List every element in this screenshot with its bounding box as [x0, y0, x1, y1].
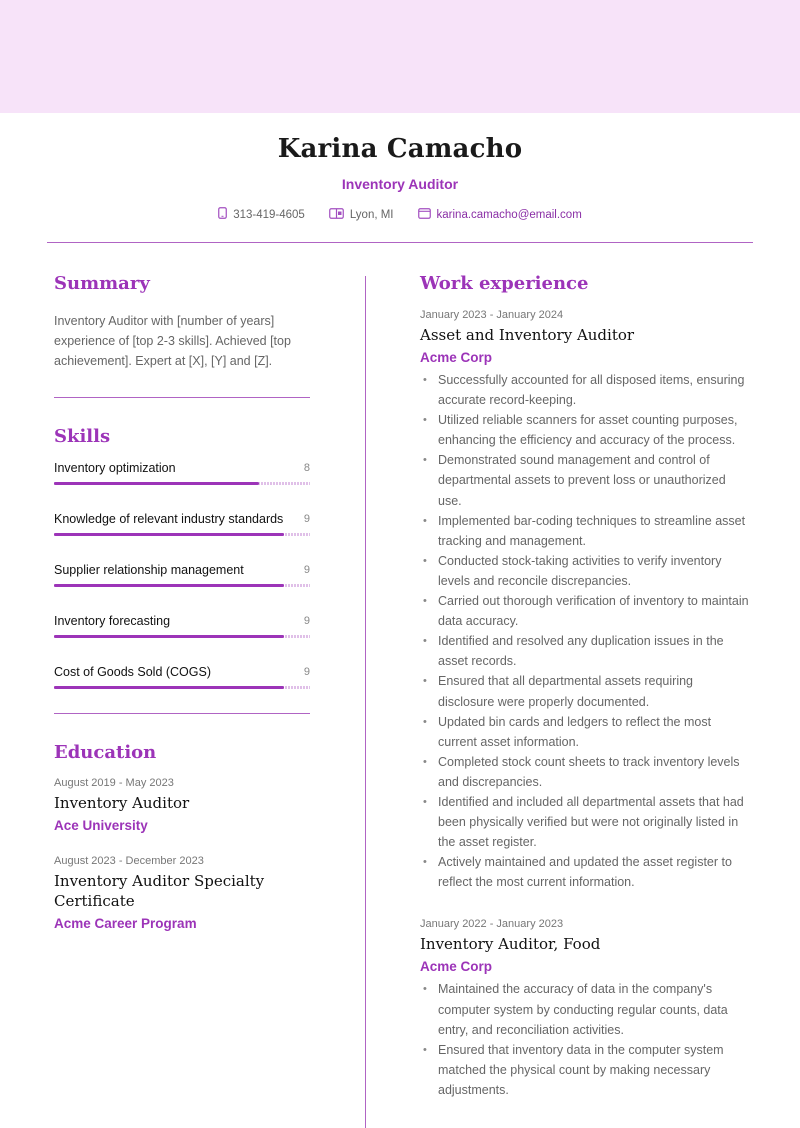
left-column: Summary Inventory Auditor with [number o… [54, 270, 310, 931]
candidate-role: Inventory Auditor [341, 176, 459, 192]
skill-bar-fill [54, 635, 285, 638]
skills-list: Inventory optimization 8 Knowledge of re… [54, 461, 310, 716]
skill-bar [54, 584, 310, 587]
education-date: August 2023 - December 2023 [54, 855, 204, 867]
bullet-item: Conducted stock-taking activities to ver… [420, 551, 750, 591]
job-company: Acme Corp [420, 350, 493, 365]
education-school: Ace University [54, 818, 148, 833]
skill-bar-fill [54, 482, 259, 485]
skill-name: Knowledge of relevant industry standards [54, 512, 284, 526]
map-icon [328, 207, 344, 222]
skill-value: 9 [303, 513, 310, 525]
skill-bar-fill [54, 533, 285, 536]
skill-item: Inventory optimization 8 [54, 461, 310, 512]
education-section: Education August 2019 - May 2023 Invento… [54, 742, 310, 931]
skill-value: 9 [303, 564, 310, 576]
column-divider [365, 276, 366, 1128]
location: Lyon, MI [349, 208, 394, 221]
job-entry: January 2023 - January 2024 Asset and In… [420, 309, 750, 892]
bullet-item: Demonstrated sound management and contro… [420, 450, 750, 510]
skill-item: Knowledge of relevant industry standards… [54, 512, 310, 563]
skill-bar-fill [54, 686, 285, 689]
job-bullets: Maintained the accuracy of data in the c… [420, 979, 750, 1100]
education-date: August 2019 - May 2023 [54, 777, 174, 789]
header-band [0, 0, 800, 113]
header-divider [47, 242, 753, 243]
job-bullets: Successfully accounted for all disposed … [420, 370, 750, 892]
skill-item: Supplier relationship management 9 [54, 563, 310, 614]
bullet-item: Identified and included all departmental… [420, 792, 750, 852]
job-company: Acme Corp [420, 959, 493, 975]
contact-phone: 313-419-4605 [218, 207, 305, 222]
work-title: Work experience [420, 273, 589, 294]
phone-number: 313-419-4605 [233, 208, 305, 221]
summary-title: Summary [54, 273, 150, 294]
skill-item: Inventory forecasting 9 [54, 614, 310, 665]
bullet-item: Actively maintained and updated the asse… [420, 852, 750, 892]
bullet-item: Identified and resolved any duplication … [420, 631, 750, 671]
candidate-name: Karina Camacho [277, 134, 523, 164]
education-item: August 2019 - May 2023 Inventory Auditor… [54, 777, 310, 833]
phone-icon [218, 207, 228, 222]
skill-value: 9 [303, 615, 310, 627]
education-degree: Inventory Auditor Specialty Certificate [54, 872, 265, 910]
summary-section: Summary Inventory Auditor with [number o… [54, 273, 310, 371]
job-entry: January 2022 - January 2023 Inventory Au… [420, 918, 750, 1100]
skill-bar [54, 686, 310, 689]
skill-bar [54, 635, 310, 638]
education-item: August 2023 - December 2023 Inventory Au… [54, 855, 310, 931]
education-school: Acme Career Program [54, 916, 197, 931]
bullet-item: Implemented bar-coding techniques to str… [420, 511, 750, 551]
job-title: Asset and Inventory Auditor [420, 326, 635, 344]
skill-name: Supplier relationship management [54, 563, 244, 577]
bullet-item: Ensured that inventory data in the compu… [420, 1040, 750, 1100]
job-date: January 2022 - January 2023 [420, 918, 564, 931]
bullet-item: Maintained the accuracy of data in the c… [420, 979, 750, 1039]
bullet-item: Updated bin cards and ledgers to reflect… [420, 712, 750, 752]
job-date: January 2023 - January 2024 [420, 309, 564, 321]
education-degree: Inventory Auditor [54, 794, 190, 812]
mail-icon [417, 207, 431, 222]
right-column: Work experience January 2023 - January 2… [420, 270, 750, 1100]
bullet-item: Completed stock count sheets to track in… [420, 752, 750, 792]
section-divider [54, 397, 310, 398]
skill-bar-fill [54, 584, 285, 587]
skill-item: Cost of Goods Sold (COGS) 9 [54, 665, 310, 716]
skill-value: 9 [303, 666, 310, 678]
skill-name: Cost of Goods Sold (COGS) [54, 665, 212, 679]
skills-section: Skills Inventory optimization 8 Knowledg… [54, 426, 310, 716]
contact-email[interactable]: karina.camacho@email.com [417, 207, 582, 222]
bullet-item: Successfully accounted for all disposed … [420, 370, 750, 410]
skill-value: 8 [303, 462, 310, 474]
summary-text: Inventory Auditor with [number of years]… [54, 314, 291, 368]
skill-name: Inventory optimization [54, 461, 176, 475]
bullet-item: Ensured that all departmental assets req… [420, 671, 750, 711]
job-title: Inventory Auditor, Food [420, 935, 601, 954]
skill-bar [54, 533, 310, 536]
email-link[interactable]: karina.camacho@email.com [437, 209, 582, 221]
skill-bar [54, 482, 310, 485]
education-title: Education [54, 742, 157, 763]
bullet-item: Utilized reliable scanners for asset cou… [420, 410, 750, 450]
skill-name: Inventory forecasting [54, 614, 171, 628]
contact-info: 313-419-4605 Lyon, MI karina.camacho@ema… [0, 207, 800, 222]
contact-location: Lyon, MI [328, 207, 394, 222]
bullet-item: Carried out thorough verification of inv… [420, 591, 750, 631]
skills-title: Skills [54, 426, 111, 447]
